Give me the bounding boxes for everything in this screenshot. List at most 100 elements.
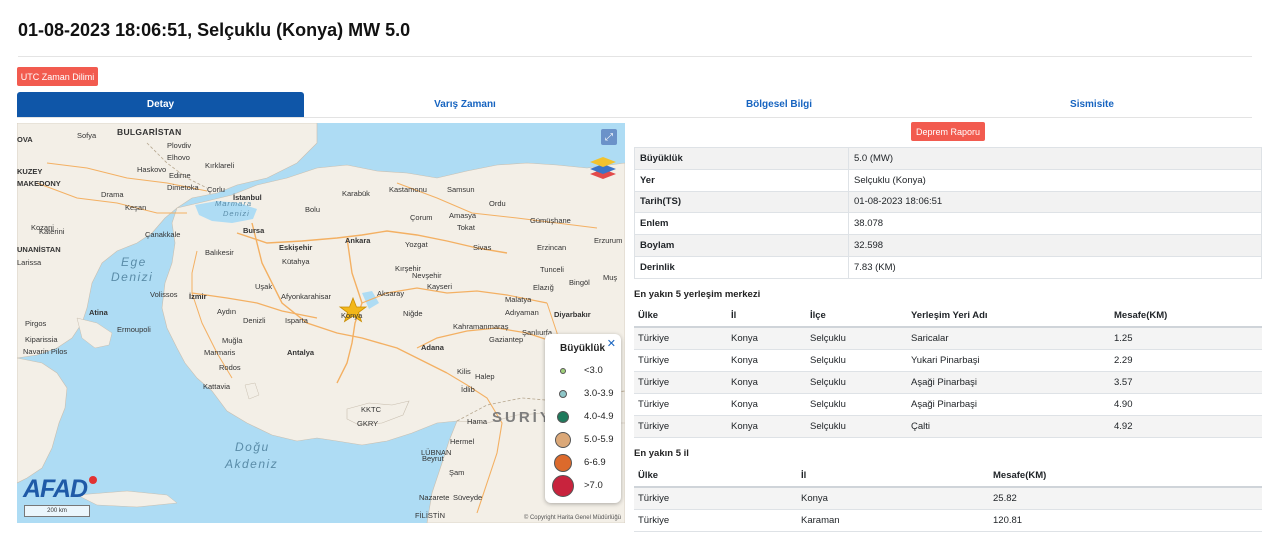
table-row: Türkiye Konya 25.82: [634, 487, 1262, 510]
map-label: Ordu: [489, 199, 506, 208]
info-row: Enlem 38.078: [634, 212, 1262, 236]
map-label: Elazığ: [533, 283, 554, 292]
provinces-table: Ülke İl Mesafe(KM) Türkiye Konya 25.82 Türkiy…: [634, 465, 1262, 532]
map-label: Tunceli: [540, 265, 564, 274]
map-label: Atina: [89, 308, 108, 317]
earthquake-info-table: Büyüklük 5.0 (MW) Yer Selçuklu (Konya) Tarih…: [634, 147, 1262, 279]
table-cell: Selçuklu: [806, 415, 907, 438]
provinces-title: En yakın 5 il: [634, 448, 689, 459]
table-cell: 4.90: [1110, 393, 1262, 416]
map-label: Erzurum: [594, 236, 623, 245]
table-cell: Çalti: [907, 415, 1110, 438]
map-label: Navarin Pilos: [23, 347, 68, 356]
table-cell: Aşaği Pinarbaşi: [907, 371, 1110, 394]
info-row: Yer Selçuklu (Konya): [634, 168, 1262, 192]
legend-label: >7.0: [584, 480, 603, 491]
legend-dot-1: [560, 368, 566, 374]
map-label: Kattavia: [203, 382, 231, 391]
info-key: Tarih(TS): [634, 190, 849, 214]
map-label: Nazarete: [419, 493, 450, 502]
legend-dot-3: [557, 411, 569, 423]
map-label: Uşak: [255, 282, 273, 291]
utc-timezone-button[interactable]: UTC Zaman Dilimi: [17, 67, 98, 86]
title-divider: [18, 56, 1252, 57]
map-label: Sofya: [77, 131, 97, 140]
map-label: UNANİSTAN: [17, 245, 61, 254]
map-label: Şam: [449, 468, 465, 477]
map-label: Plovdiv: [167, 141, 192, 150]
legend-item: >7.0: [545, 475, 621, 497]
map-label: Adana: [421, 343, 444, 352]
map-label: Sivas: [473, 243, 492, 252]
table-cell: Türkiye: [634, 415, 727, 438]
legend-dot-4: [555, 432, 571, 448]
column-header: Yerleşim Yeri Adı: [907, 305, 1110, 328]
map-label: Marmaris: [204, 348, 236, 357]
legend-label: 4.0-4.9: [584, 411, 614, 422]
info-row: Büyüklük 5.0 (MW): [634, 147, 1262, 170]
map-label: Aydın: [217, 307, 237, 316]
map-label: BULGARİSTAN: [117, 127, 182, 137]
column-header: İlçe: [806, 305, 907, 328]
tab-detay[interactable]: Detay: [17, 92, 304, 117]
map-label: Edirne: [169, 171, 191, 180]
map-label: Denizli: [243, 316, 266, 325]
map-label: Rodos: [219, 363, 241, 372]
map-label: Drama: [101, 190, 124, 199]
map-label: Kahramanmaraş: [453, 322, 509, 331]
map-label: Haskovo: [137, 165, 167, 174]
map-label: Gaziantep: [489, 335, 524, 344]
settlements-table: Ülke İl İlçe Yerleşim Yeri Adı Mesafe(KM) Tü…: [634, 305, 1262, 438]
table-row: Türkiye Konya Selçuklu Aşaği Pinarbaşi 4.90: [634, 393, 1262, 416]
info-value: 32.598: [848, 234, 1262, 257]
magnitude-legend: Büyüklük ✕ <3.0 3.0-3.9 4.0-4.9 5.0-5.9 …: [545, 334, 621, 503]
tab-sismisite[interactable]: Sismisite: [932, 92, 1252, 117]
map-label: GKRY: [357, 419, 379, 428]
map-label: Kiparissia: [25, 335, 58, 344]
table-cell: Türkiye: [634, 371, 727, 394]
fullscreen-icon[interactable]: ⤢: [601, 129, 617, 145]
map-label: Ermoupoli: [117, 325, 151, 334]
legend-label: 3.0-3.9: [584, 388, 614, 399]
table-cell: Türkiye: [634, 349, 727, 372]
map-label: Antalya: [287, 348, 315, 357]
map-label: Balıkesir: [205, 248, 234, 257]
table-cell: Yukari Pinarbaşi: [907, 349, 1110, 372]
map-label: Marmara: [215, 199, 253, 208]
layers-icon[interactable]: [589, 153, 617, 181]
map-label: Çanakkale: [145, 230, 181, 239]
table-cell: Türkiye: [634, 509, 797, 532]
legend-label: <3.0: [584, 365, 603, 376]
close-icon[interactable]: ✕: [607, 337, 616, 350]
map-label: KKTC: [361, 405, 382, 414]
tab-bolgesel-bilgi[interactable]: Bölgesel Bilgi: [626, 92, 932, 117]
map-label: İzmir: [189, 292, 207, 301]
report-button[interactable]: Deprem Raporu: [911, 122, 985, 141]
map-label: Süveyde: [453, 493, 483, 502]
tab-varis-zamani[interactable]: Varış Zamanı: [304, 92, 626, 117]
info-key: Yer: [634, 168, 849, 192]
column-header: Mesafe(KM): [989, 465, 1262, 488]
column-header: Ülke: [634, 465, 797, 488]
table-cell: Saricalar: [907, 327, 1110, 350]
earthquake-map[interactable]: OVA Sofya BULGARİSTAN Plovdiv Elhovo Has…: [17, 123, 625, 523]
map-label: Samsun: [447, 185, 475, 194]
info-value: 38.078: [848, 212, 1262, 236]
map-label: Pirgos: [25, 319, 47, 328]
legend-dot-6: [552, 475, 574, 497]
table-cell: Türkiye: [634, 393, 727, 416]
table-cell: 1.25: [1110, 327, 1262, 350]
legend-dot-5: [554, 454, 572, 472]
table-cell: Aşaği Pinarbaşi: [907, 393, 1110, 416]
map-label: Bingöl: [569, 278, 590, 287]
map-label: Tokat: [457, 223, 475, 232]
map-label: Diyarbakır: [554, 310, 591, 319]
map-label: Kırklareli: [205, 161, 235, 170]
map-label: Aksaray: [377, 289, 405, 298]
table-cell: Konya: [727, 327, 806, 350]
table-cell: 4.92: [1110, 415, 1262, 438]
info-row: Boylam 32.598: [634, 234, 1262, 257]
map-label: Çorlu: [207, 185, 225, 194]
table-row: Türkiye Konya Selçuklu Çalti 4.92: [634, 415, 1262, 438]
map-label: Larissa: [17, 258, 42, 267]
